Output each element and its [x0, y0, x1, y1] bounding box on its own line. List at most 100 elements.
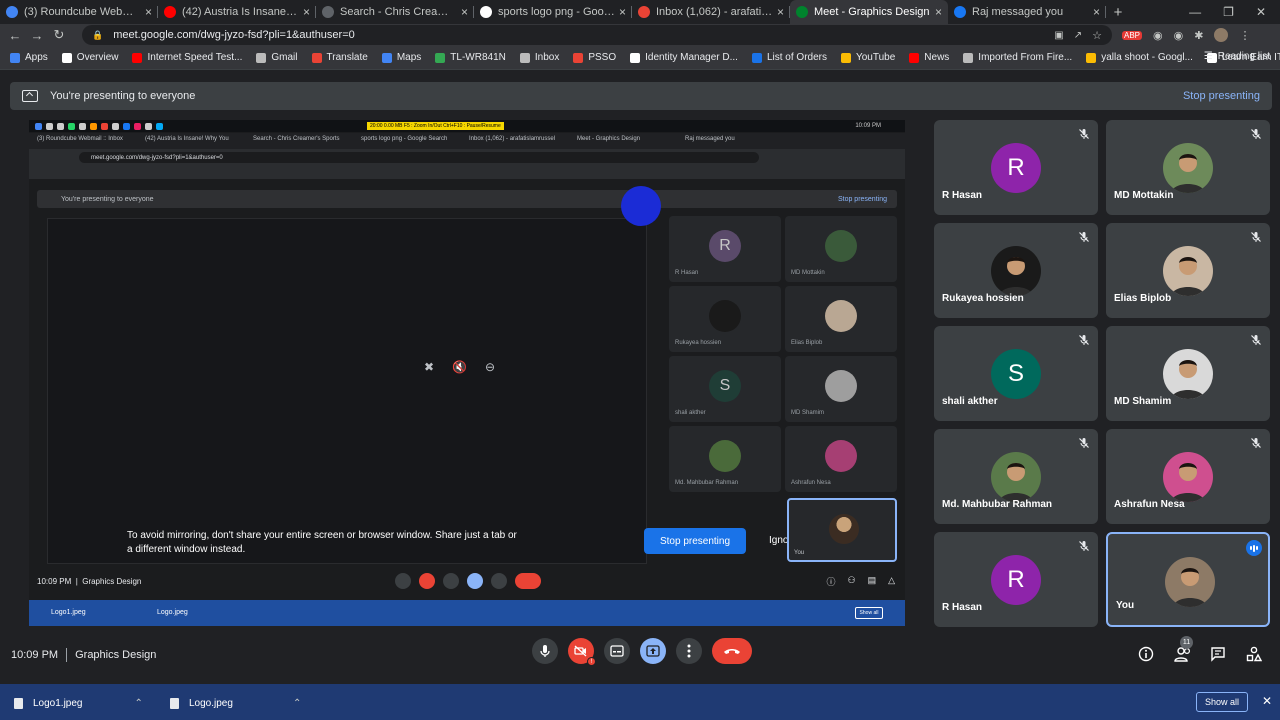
new-tab-icon[interactable]: +: [1106, 4, 1130, 21]
browser-tab[interactable]: (3) Roundcube Webmail :: Inbox ×: [0, 0, 158, 24]
self-video-tile[interactable]: You: [1106, 532, 1270, 627]
bookmark-item[interactable]: YouTube: [840, 52, 896, 63]
forward-icon[interactable]: →: [26, 28, 48, 43]
participant-tile[interactable]: R R Hasan: [934, 532, 1098, 627]
close-icon[interactable]: ✕: [1262, 694, 1272, 708]
participant-tile[interactable]: R R Hasan: [934, 120, 1098, 215]
menu-icon[interactable]: ⋮: [1239, 29, 1250, 42]
camera-icon[interactable]: ▣: [1054, 30, 1063, 41]
avatar: [1163, 143, 1213, 193]
back-icon[interactable]: ←: [4, 28, 26, 43]
mirrored-avatar: R: [709, 230, 741, 262]
browser-tab[interactable]: Raj messaged you ×: [948, 0, 1106, 24]
close-tab-icon[interactable]: ×: [935, 5, 942, 19]
profile-avatar[interactable]: [1214, 28, 1229, 42]
bookmark-item[interactable]: Imported From Fire...: [963, 52, 1072, 63]
lock-icon: 🔒: [92, 29, 104, 40]
puzzle-icon[interactable]: ✱: [1194, 29, 1203, 42]
activities-button[interactable]: [1246, 646, 1263, 662]
chevron-up-icon[interactable]: ⌃: [293, 698, 301, 709]
bookmark-item[interactable]: TL-WR841N: [435, 52, 506, 63]
mirrored-show-all: Show all: [855, 607, 883, 619]
stop-presenting-button[interactable]: Stop presenting: [644, 528, 746, 554]
bookmark-item[interactable]: Overview: [61, 52, 119, 63]
bookmark-icon: [311, 52, 322, 63]
participant-tile[interactable]: Md. Mahbubar Rahman: [934, 429, 1098, 524]
present-now-button[interactable]: [640, 638, 666, 664]
meeting-details-button[interactable]: [1138, 646, 1154, 662]
browser-tab[interactable]: Inbox (1,062) - arafatislamrussel ×: [632, 0, 790, 24]
reading-list-icon: ☰: [1203, 51, 1213, 62]
close-tab-icon[interactable]: ×: [1093, 5, 1100, 19]
reload-icon[interactable]: ↻: [48, 27, 70, 43]
address-bar[interactable]: 🔒 meet.google.com/dwg-jyzo-fsd?pli=1&aut…: [82, 25, 1112, 45]
mirrored-time: 10:09 PM | Graphics Design: [37, 577, 142, 586]
restore-icon[interactable]: ❐: [1223, 5, 1234, 19]
close-tab-icon[interactable]: ×: [777, 5, 784, 19]
participant-tile[interactable]: Rukayea hossien: [934, 223, 1098, 318]
bookmark-label: Overview: [76, 52, 119, 63]
adblock-icon[interactable]: ABP: [1122, 30, 1143, 40]
bookmark-item[interactable]: Identity Manager D...: [630, 52, 738, 63]
bookmark-item[interactable]: Translate: [311, 52, 368, 63]
participant-tile[interactable]: Sshali akther: [934, 326, 1098, 421]
participant-tile[interactable]: Elias Biplob: [1106, 223, 1270, 318]
leave-call-button[interactable]: [712, 638, 752, 664]
stop-presenting-link[interactable]: Stop presenting: [1183, 90, 1260, 102]
reading-list-button[interactable]: ☰ Reading list: [1204, 51, 1270, 62]
browser-tab[interactable]: sports logo png - Google Search ×: [474, 0, 632, 24]
participant-tile[interactable]: MD Shamim: [1106, 326, 1270, 421]
close-tab-icon[interactable]: ×: [303, 5, 310, 19]
mirrored-participant-name: shali akther: [675, 410, 706, 416]
browser-tab[interactable]: Meet - Graphics Design ×: [790, 0, 948, 24]
bookmark-item[interactable]: Internet Speed Test...: [132, 52, 242, 63]
mirror-warning: To avoid mirroring, don't share your ent…: [127, 530, 517, 555]
muted-mic-icon: [1251, 232, 1261, 242]
bookmark-item[interactable]: PSSO: [573, 52, 616, 63]
warning-badge: !: [587, 657, 596, 666]
browser-tab[interactable]: Search - Chris Creamer's Sports ×: [316, 0, 474, 24]
star-icon[interactable]: ☆: [1092, 29, 1102, 42]
bookmark-item[interactable]: List of Orders: [751, 52, 827, 63]
bookmark-item[interactable]: Apps: [10, 52, 48, 63]
mirrored-participant-name: Rukayea hossien: [675, 340, 722, 346]
bookmark-label: Gmail: [271, 52, 298, 63]
more-options-button[interactable]: [676, 638, 702, 664]
chevron-up-icon[interactable]: ⌃: [135, 698, 143, 709]
close-window-icon[interactable]: ✕: [1256, 5, 1266, 19]
captions-button[interactable]: [604, 638, 630, 664]
url-text: meet.google.com/dwg-jyzo-fsd?pli=1&authu…: [113, 29, 355, 41]
mirrored-participant-tile: Rukayea hossien: [669, 286, 781, 352]
close-tab-icon[interactable]: ×: [619, 5, 626, 19]
download-item[interactable]: Logo1.jpeg ⌃: [14, 694, 143, 712]
bookmark-item[interactable]: yalla shoot - Googl...: [1086, 52, 1193, 63]
browser-tab[interactable]: (42) Austria Is Insane! Why You ×: [158, 0, 316, 24]
microphone-button[interactable]: [532, 638, 558, 664]
share-icon[interactable]: ↗: [1074, 30, 1082, 41]
globe-icon[interactable]: ◉: [1153, 29, 1163, 42]
close-tab-icon[interactable]: ×: [461, 5, 468, 19]
minimize-icon[interactable]: —: [1189, 5, 1201, 19]
bookmark-label: YouTube: [855, 52, 896, 63]
extension-icon[interactable]: ◉: [1174, 29, 1184, 42]
activities-icon: [1246, 646, 1263, 662]
tab-title: (42) Austria Is Insane! Why You: [182, 6, 299, 18]
camera-toggle-button[interactable]: !: [568, 638, 596, 666]
mirrored-bookmarks: [29, 165, 905, 179]
bookmark-item[interactable]: News: [909, 52, 949, 63]
participant-tile[interactable]: MD Mottakin: [1106, 120, 1270, 215]
bookmark-item[interactable]: Maps: [381, 52, 421, 63]
mirrored-tab: Inbox (1,062) - arafatislamrussel: [469, 136, 556, 142]
chat-button[interactable]: [1210, 646, 1226, 662]
download-item[interactable]: Logo.jpeg ⌃: [170, 694, 301, 712]
participant-count-badge: 11: [1180, 636, 1193, 649]
bookmark-item[interactable]: Inbox: [519, 52, 559, 63]
mirrored-omnibox: meet.google.com/dwg-jyzo-fsd?pli=1&authu…: [29, 149, 905, 165]
bookmark-item[interactable]: Gmail: [256, 52, 298, 63]
close-tab-icon[interactable]: ×: [145, 5, 152, 19]
mirrored-participant-tile: Ashrafun Nesa: [785, 426, 897, 492]
download-filename: Logo.jpeg: [189, 697, 233, 709]
show-all-button[interactable]: Show all: [1195, 692, 1248, 712]
people-button[interactable]: 11: [1174, 636, 1193, 662]
participant-tile[interactable]: Ashrafun Nesa: [1106, 429, 1270, 524]
